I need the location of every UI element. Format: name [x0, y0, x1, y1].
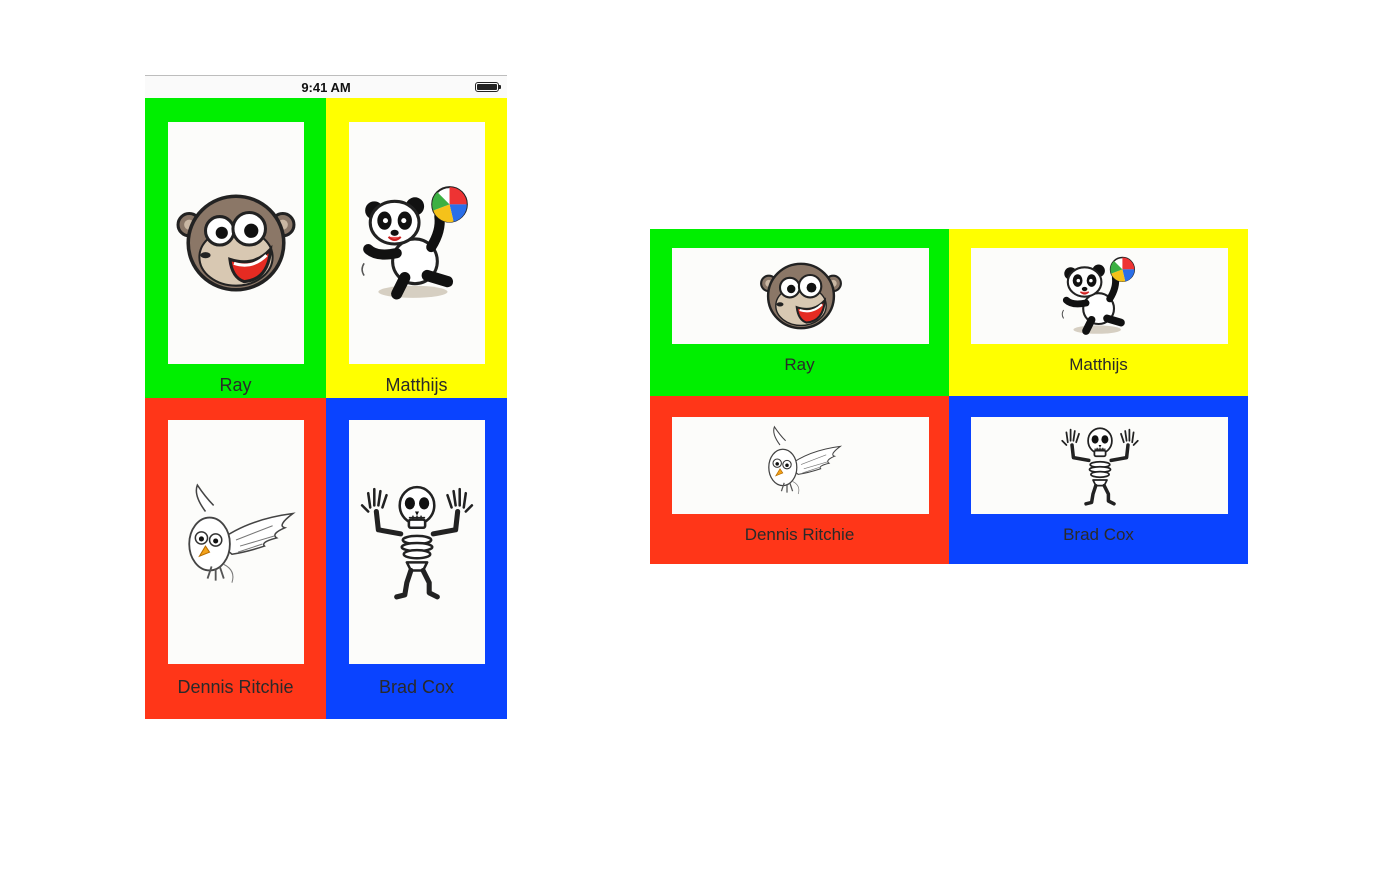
owl-icon — [175, 481, 297, 603]
image-card — [672, 248, 929, 344]
status-bar: 9:41 AM — [145, 76, 507, 98]
person-name-label: Ray — [219, 375, 252, 395]
person-cell-dennis-ritchie[interactable]: Dennis Ritchie — [145, 398, 326, 719]
owl-icon — [759, 424, 843, 508]
panda-icon — [1058, 254, 1142, 338]
image-card — [349, 420, 485, 664]
person-cell-ray[interactable]: Ray — [650, 229, 949, 396]
skeleton-icon — [356, 481, 478, 603]
image-card — [971, 417, 1228, 514]
person-cell-brad-cox[interactable]: Brad Cox — [326, 398, 507, 719]
person-name-label: Brad Cox — [1063, 525, 1134, 544]
monkey-icon — [175, 182, 297, 304]
person-cell-dennis-ritchie[interactable]: Dennis Ritchie — [650, 396, 949, 564]
image-card — [349, 122, 485, 364]
image-card — [168, 420, 304, 664]
person-name-label: Matthijs — [1069, 355, 1128, 374]
battery-icon — [475, 82, 501, 92]
person-cell-ray[interactable]: Ray — [145, 98, 326, 398]
person-name-label: Matthijs — [385, 375, 448, 395]
image-card — [672, 417, 929, 514]
person-cell-brad-cox[interactable]: Brad Cox — [949, 396, 1248, 564]
portrait-phone-screen: 9:41 AM Ray Matthijs Dennis Ritchie Brad… — [145, 75, 507, 719]
person-cell-matthijs[interactable]: Matthijs — [326, 98, 507, 398]
portrait-collection-grid: Ray Matthijs Dennis Ritchie Brad Cox — [145, 98, 507, 719]
person-name-label: Brad Cox — [378, 677, 455, 697]
person-name-label: Dennis Ritchie — [177, 677, 294, 697]
person-name-label: Ray — [784, 355, 815, 374]
monkey-icon — [759, 254, 843, 338]
person-cell-matthijs[interactable]: Matthijs — [949, 229, 1248, 396]
image-card — [168, 122, 304, 364]
person-name-label: Dennis Ritchie — [744, 525, 855, 544]
landscape-collection-grid: Ray Matthijs Dennis Ritchie Brad Cox — [650, 229, 1248, 564]
panda-icon — [356, 182, 478, 304]
status-time: 9:41 AM — [301, 80, 351, 95]
image-card — [971, 248, 1228, 344]
skeleton-icon — [1058, 424, 1142, 508]
